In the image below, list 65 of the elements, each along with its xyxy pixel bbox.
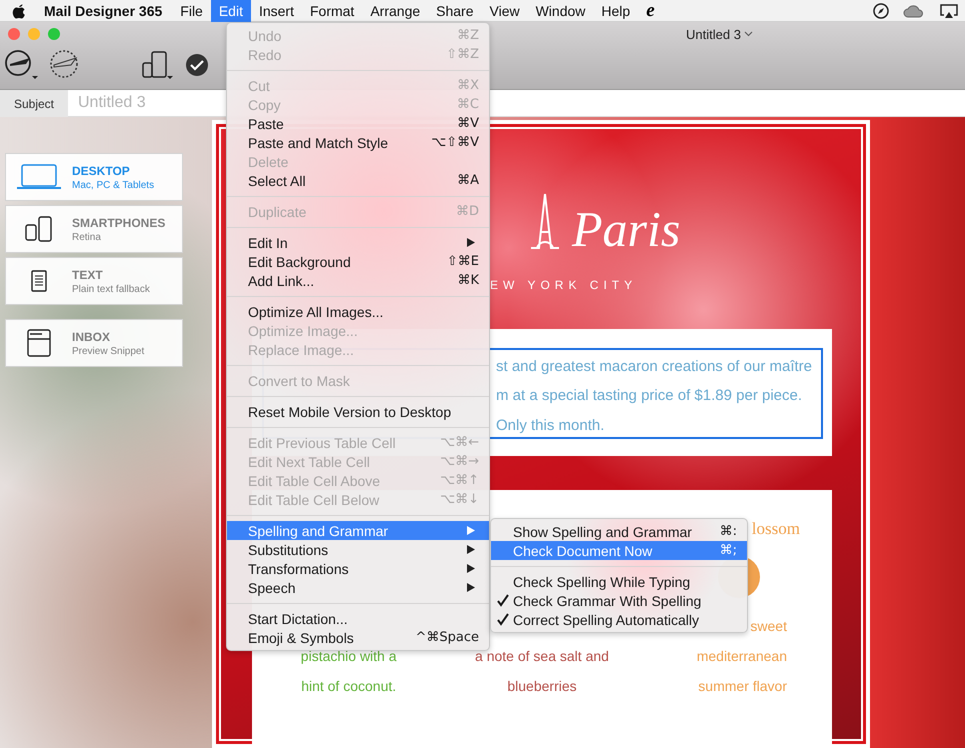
product-description: sweet	[750, 616, 787, 636]
cloud-icon	[903, 2, 925, 18]
menu-item[interactable]: Emoji & Symbols ^⌘Space	[227, 628, 489, 647]
menu-title[interactable]: Insert	[250, 0, 302, 22]
menu-item[interactable]: Select All ⌘A	[227, 171, 489, 190]
menu-title[interactable]: View	[482, 0, 528, 22]
submenu-arrow-icon	[466, 582, 476, 593]
checkmark-circle-icon	[184, 52, 210, 78]
document-icon	[30, 269, 48, 293]
menu-item[interactable]: Transformations	[227, 559, 489, 578]
submenu-arrow-icon	[466, 544, 476, 555]
inbox-icon	[26, 328, 52, 358]
menu-item[interactable]: Start Dictation...	[227, 609, 489, 628]
device-preview-option[interactable]: INBOX Preview Snippet	[5, 319, 183, 367]
product-title: lossom	[752, 518, 801, 539]
menu-title[interactable]: Arrange	[362, 0, 428, 22]
menu-item[interactable]: Speech	[227, 578, 489, 597]
menu-item[interactable]: Check Grammar With Spelling	[491, 591, 747, 610]
close-button[interactable]	[8, 28, 20, 40]
menu-item[interactable]: Optimize All Images...	[227, 302, 489, 321]
menu-title[interactable]: Format	[302, 0, 362, 22]
body-text: m at a special tasting price of $1.89 per piece.	[496, 386, 804, 406]
product-description: blueberries	[507, 676, 577, 696]
menu-title[interactable]: Help	[593, 0, 638, 22]
menu-item[interactable]: Substitutions	[227, 540, 489, 559]
menu-title[interactable]: Edit	[210, 0, 251, 22]
apple-logo-icon	[12, 2, 26, 18]
menu-item[interactable]: Spelling and Grammar	[227, 521, 489, 540]
menu-item[interactable]: Add Link... ⌘K	[227, 271, 489, 290]
menu-extra-logo[interactable]: e	[646, 0, 655, 22]
submenu-arrow-icon	[466, 563, 476, 574]
body-text: Only this month.	[496, 416, 606, 436]
product-description: pistachio with a	[300, 646, 397, 666]
device-preview-option[interactable]: TEXT Plain text fallback	[5, 257, 183, 305]
menu-title[interactable]: Share	[428, 0, 482, 22]
menu-title[interactable]: Window	[528, 0, 594, 22]
product-description: a note of sea salt and	[475, 646, 609, 666]
chevron-down-icon	[744, 31, 753, 37]
menu-item[interactable]: Check Spelling While Typing	[491, 572, 747, 591]
laptop-icon	[16, 163, 62, 191]
compass-icon	[873, 2, 889, 18]
submenu-arrow-icon	[466, 237, 476, 248]
menu-item[interactable]: Paste ⌘V	[227, 114, 489, 133]
menu-item[interactable]: Paste and Match Style ⌥⇧⌘V	[227, 133, 489, 152]
app-name-menu[interactable]: Mail Designer 365	[44, 2, 162, 18]
tagline: EW YORK CITY	[490, 278, 638, 292]
menu-item[interactable]: Edit Background ⇧⌘E	[227, 252, 489, 271]
device-preview-option[interactable]: SMARTPHONES Retina	[5, 205, 183, 253]
product-description: summer flavor	[698, 676, 787, 696]
menu-item[interactable]: Check Document Now ⌘;	[491, 541, 747, 560]
product-description: hint of coconut.	[301, 676, 396, 696]
zoom-button[interactable]	[48, 28, 60, 40]
window-title: Untitled 3	[686, 26, 753, 42]
product-description: mediterranean	[696, 646, 787, 666]
body-text: st and greatest macaron creations of our maître	[496, 356, 813, 377]
menu-title[interactable]: File	[172, 0, 211, 22]
devices-icon	[24, 215, 54, 243]
subject-label: Subject	[0, 90, 68, 117]
logo-text: Paris	[572, 204, 680, 254]
airplay-icon	[939, 2, 959, 18]
minimize-button[interactable]	[28, 28, 40, 40]
menu-item[interactable]: Edit In	[227, 233, 489, 252]
submenu-arrow-icon	[466, 525, 476, 536]
menu-item[interactable]: Correct Spelling Automatically	[491, 610, 747, 629]
menu-item[interactable]: Show Spelling and Grammar ⌘:	[491, 522, 747, 541]
